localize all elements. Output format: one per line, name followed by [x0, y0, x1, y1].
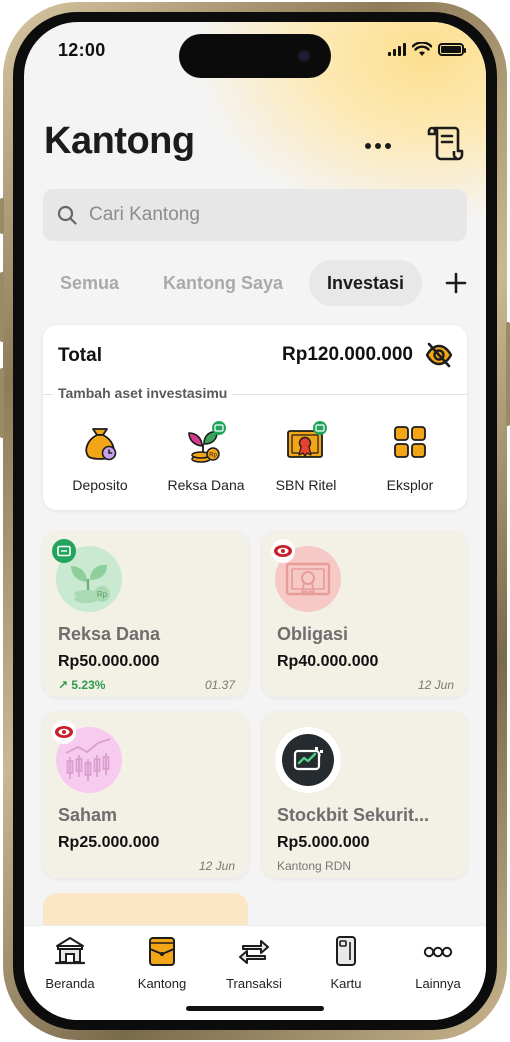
page-title: Kantong	[44, 120, 195, 162]
investment-amount: Rp40.000.000	[277, 653, 379, 670]
search-input[interactable]: Cari Kantong	[43, 189, 467, 241]
statement-icon[interactable]	[426, 122, 466, 162]
stockbit-logo-icon	[282, 734, 334, 786]
side-button-volume-up	[0, 272, 4, 342]
search-placeholder: Cari Kantong	[89, 204, 200, 225]
nav-label: Transaksi	[226, 976, 282, 991]
grid-icon	[394, 426, 426, 458]
investment-amount: Rp5.000.000	[277, 834, 370, 851]
tab-kantong-saya[interactable]: Kantong Saya	[163, 260, 283, 306]
nav-kartu[interactable]: Kartu	[300, 934, 392, 991]
nav-lainnya[interactable]: Lainnya	[392, 934, 484, 991]
signal-icon	[388, 43, 406, 56]
quick-sbn-ritel-label: SBN Ritel	[275, 477, 337, 493]
side-button-volume-down	[0, 368, 4, 438]
mutual-fund-badge-icon	[52, 539, 76, 563]
investment-change: ↗ 5.23%	[58, 678, 106, 692]
svg-text:Rp: Rp	[209, 453, 217, 459]
investment-card-saham[interactable]: Saham Rp25.000.000 12 Jun	[43, 712, 248, 878]
quick-deposito-label: Deposito	[72, 477, 128, 493]
total-value: Rp120.000.000	[282, 344, 413, 365]
eye-off-icon[interactable]	[424, 341, 454, 369]
home-indicator[interactable]	[186, 1006, 324, 1011]
total-card: Total Rp120.000.000 Tambah aset investas…	[43, 325, 467, 510]
bank-icon	[54, 937, 86, 965]
camera-icon	[297, 49, 311, 63]
investment-time: 01.37	[204, 678, 235, 692]
status-bar: 12:00	[24, 22, 486, 78]
svg-text:Rp: Rp	[97, 590, 108, 599]
investment-title: Obligasi	[277, 624, 349, 644]
certificate-icon	[287, 421, 327, 458]
status-time: 12:00	[58, 40, 106, 60]
quick-eksplor[interactable]: Eksplor	[357, 420, 463, 493]
add-icon[interactable]	[441, 268, 471, 298]
card-icon	[336, 936, 356, 966]
nav-label: Kantong	[137, 976, 187, 991]
tab-semua[interactable]: Semua	[60, 260, 119, 306]
nav-beranda[interactable]: Beranda	[24, 934, 116, 991]
nav-label: Kartu	[330, 976, 362, 991]
status-icons	[388, 42, 466, 57]
tab-bar: Semua Kantong Saya Investasi	[43, 260, 467, 306]
investment-subtitle: Kantong RDN	[277, 859, 352, 873]
stockbit-emblem	[275, 727, 341, 793]
quick-sbn-ritel[interactable]: SBN Ritel	[253, 420, 359, 493]
search-icon	[57, 205, 77, 225]
investment-card-stockbit[interactable]: Stockbit Sekurit... Rp5.000.000 Kantong …	[262, 712, 467, 878]
app-screen: 12:00 Kantong Cari Kantong Semua Kantong…	[24, 22, 486, 1020]
total-label: Total	[58, 345, 102, 366]
wifi-icon	[412, 42, 432, 56]
plant-coins-icon: Rp	[188, 421, 226, 463]
investment-date: 12 Jun	[198, 859, 235, 873]
investment-title: Saham	[58, 805, 118, 825]
battery-icon	[438, 43, 466, 56]
investment-card-obligasi[interactable]: Obligasi Rp40.000.000 12 Jun	[262, 531, 467, 697]
more-circles-icon	[423, 946, 453, 958]
investment-card-reksa-dana[interactable]: Rp Reksa Dana Rp50.000.000 ↗ 5.23% 01.37	[43, 531, 248, 697]
more-options-button[interactable]	[354, 126, 402, 166]
nav-label: Lainnya	[415, 976, 461, 991]
quick-reksa-dana[interactable]: Rp Reksa Dana	[153, 420, 259, 493]
money-bag-icon	[85, 428, 117, 461]
add-investment-label: Tambah aset investasimu	[53, 385, 233, 401]
bank-badge-icon	[271, 539, 295, 563]
investment-title: Reksa Dana	[58, 624, 161, 644]
bank-badge-icon	[52, 720, 76, 744]
investment-amount: Rp50.000.000	[58, 653, 160, 670]
side-button-mute	[0, 198, 4, 234]
nav-transaksi[interactable]: Transaksi	[208, 934, 300, 991]
nav-label: Beranda	[45, 976, 95, 991]
investment-date: 12 Jun	[417, 678, 454, 692]
investment-title: Stockbit Sekurit...	[277, 805, 430, 825]
investment-amount: Rp25.000.000	[58, 834, 160, 851]
transfer-icon	[239, 940, 269, 964]
dynamic-island	[179, 34, 331, 78]
quick-eksplor-label: Eksplor	[386, 477, 434, 493]
tab-investasi[interactable]: Investasi	[309, 260, 423, 306]
quick-deposito[interactable]: Deposito	[47, 420, 153, 493]
quick-reksa-dana-label: Reksa Dana	[167, 477, 245, 493]
nav-kantong[interactable]: Kantong	[116, 934, 208, 991]
wallet-icon	[149, 937, 175, 966]
side-button-power	[506, 322, 510, 426]
